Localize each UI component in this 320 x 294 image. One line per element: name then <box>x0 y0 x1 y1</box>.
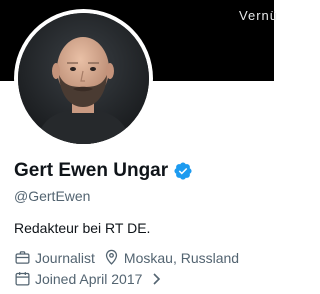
display-name: Gert Ewen Ungar <box>14 160 169 181</box>
profession-item: Journalist <box>14 249 95 266</box>
joined-item[interactable]: Joined April 2017 <box>14 270 162 287</box>
profile-bio: Redakteur bei RT DE. <box>14 220 151 236</box>
edit-profile-button[interactable]: Vernü <box>239 8 278 23</box>
joined-label[interactable]: Joined April 2017 <box>35 271 142 287</box>
location-item: Moskau, Russland <box>103 249 239 266</box>
avatar[interactable] <box>14 9 153 148</box>
briefcase-icon <box>14 249 31 266</box>
profession-label: Journalist <box>35 249 95 266</box>
profile-handle: @GertEwen <box>14 188 91 204</box>
name-row: Gert Ewen Ungar <box>14 160 193 182</box>
verified-badge-icon[interactable] <box>173 161 193 181</box>
location-pin-icon <box>103 249 120 266</box>
profile-meta-row: Journalist Moskau, Russland <box>14 249 239 266</box>
chevron-right-icon[interactable] <box>150 272 162 286</box>
joined-row[interactable]: Joined April 2017 <box>14 270 162 287</box>
calendar-icon <box>14 270 31 287</box>
location-label: Moskau, Russland <box>123 249 240 266</box>
profile-photo <box>18 13 149 144</box>
